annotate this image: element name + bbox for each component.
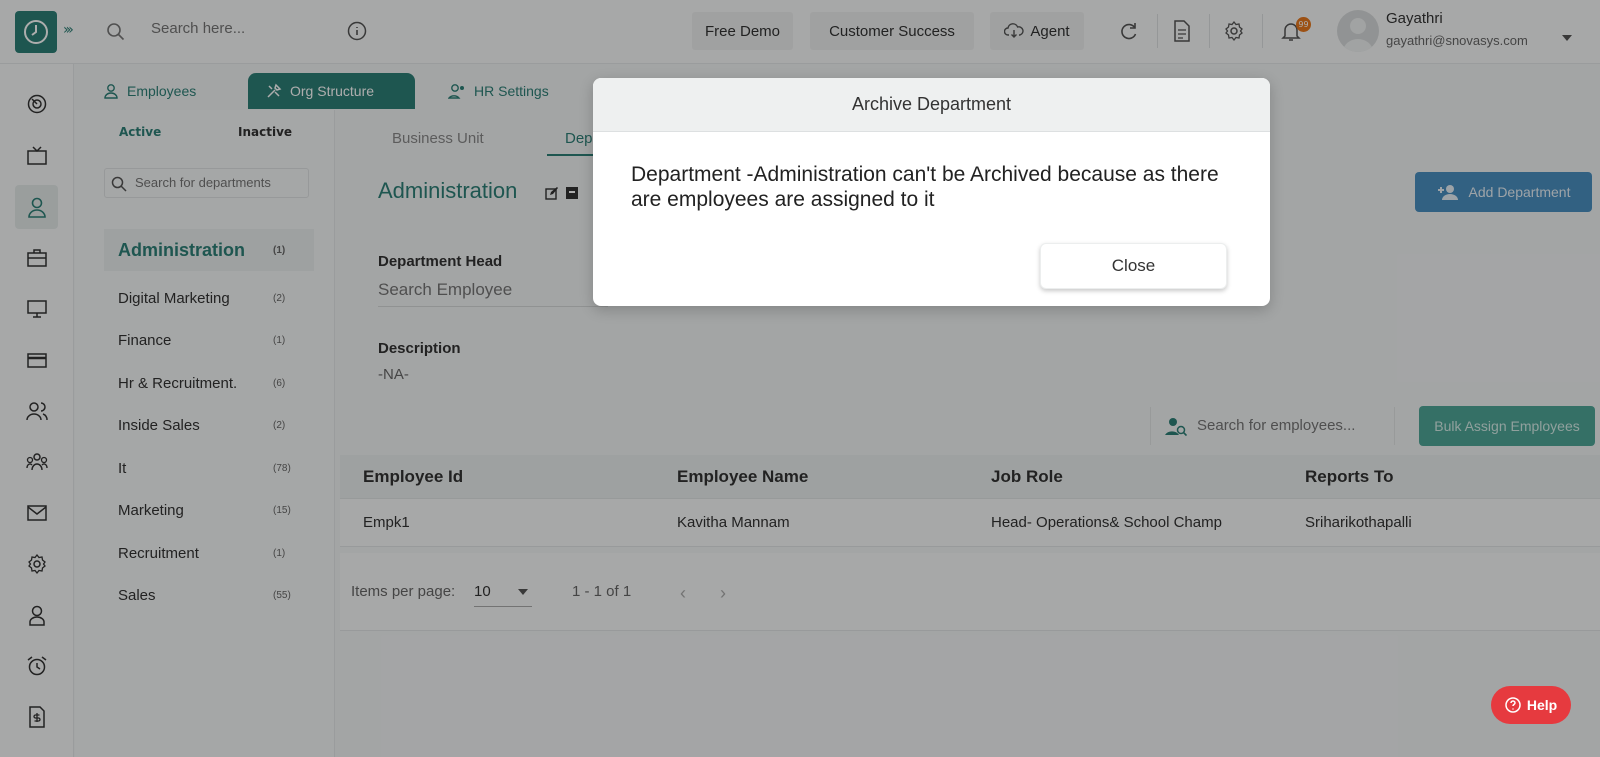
help-button[interactable]: Help (1491, 686, 1571, 724)
dialog-title: Archive Department (593, 78, 1270, 132)
help-label: Help (1526, 697, 1558, 713)
dialog-message: Department -Administration can't be Arch… (631, 163, 1219, 211)
question-icon (1505, 697, 1521, 713)
close-button[interactable]: Close (1040, 243, 1227, 289)
archive-department-dialog: Archive Department Department -Administr… (593, 78, 1270, 306)
